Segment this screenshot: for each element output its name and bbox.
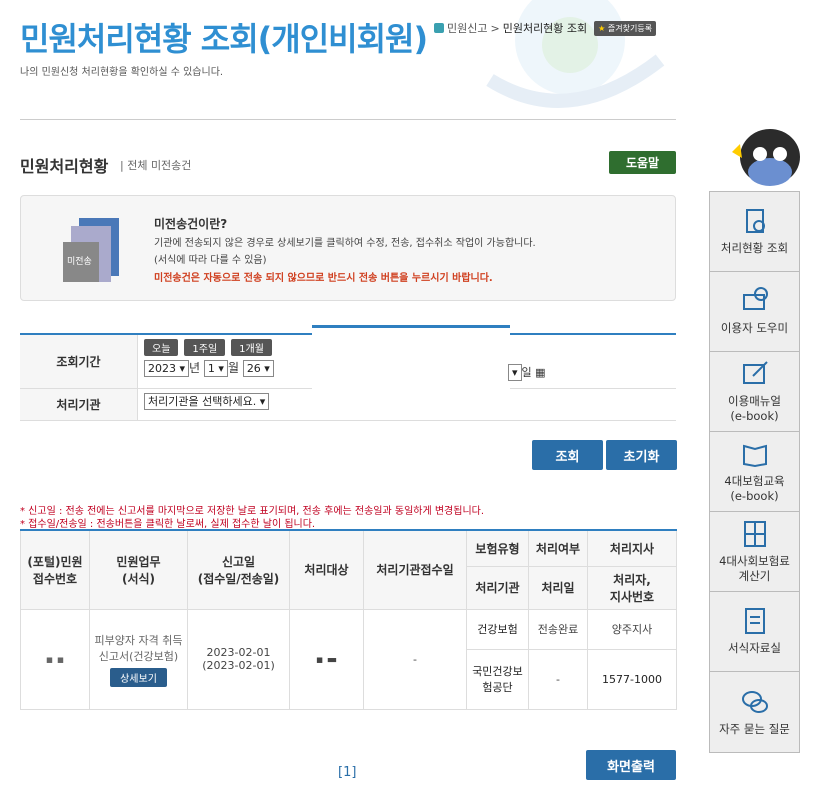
quick-calculator[interactable]: 4대사회보험료 계산기 — [710, 512, 799, 592]
book-icon — [742, 444, 767, 468]
calendar-icon[interactable]: ▦ — [535, 366, 545, 379]
week-button[interactable]: 1주일 — [184, 339, 226, 356]
col-org: 처리기관 — [466, 565, 529, 610]
divider — [20, 119, 676, 120]
end-day-select[interactable]: ▾ — [508, 364, 522, 381]
breadcrumb: 민원신고 > 민원처리현황 조회 ★ 즐겨찾기등록 — [434, 20, 657, 36]
quick-forms[interactable]: 서식자료실 — [710, 592, 799, 672]
col-proc-date: 처리일 — [528, 565, 588, 610]
section-title: 민원처리현황 — [20, 157, 109, 176]
end-date: ▾ 일 ▦ — [508, 364, 546, 381]
quick-status-inquiry[interactable]: 처리현황 조회 — [710, 192, 799, 272]
date-cell: 2023-02-01 (2023-02-01) — [187, 608, 290, 710]
info-box: 미전송 미전송건이란? 기관에 전송되지 않은 경우로 상세보기를 클릭하여 수… — [20, 195, 676, 301]
col-branch-phone: 처리자, 지사번호 — [587, 565, 677, 610]
org-select[interactable]: 처리기관을 선택하세요. ▾ — [144, 393, 270, 410]
col-status: 처리여부 — [528, 529, 588, 567]
edit-icon — [742, 361, 768, 385]
receipt-cell: ▪ ▪ — [20, 608, 90, 710]
year-select[interactable]: 2023 ▾ — [144, 360, 190, 377]
page-subtitle: 나의 민원신청 처리현황을 확인하실 수 있습니다. — [20, 67, 224, 78]
col-receipt: (포털)민원 접수번호 — [20, 529, 90, 610]
col-branch: 처리지사 — [587, 529, 677, 567]
calculator-icon — [743, 521, 766, 548]
info-line: (서식에 따라 다를 수 있음) — [154, 255, 267, 266]
breadcrumb-item[interactable]: 민원신고 — [447, 20, 487, 36]
phone-cell: 1577-1000 — [587, 648, 677, 710]
quick-manual[interactable]: 이용매뉴얼 (e-book) — [710, 352, 799, 432]
section-subtitle: | 전체 미전송건 — [120, 159, 192, 172]
result-table: (포털)민원 접수번호 민원업무 (서식) 신고일 (접수일/전송일) 처리대상… — [20, 529, 677, 710]
day-select[interactable]: 26 ▾ — [242, 360, 274, 377]
org-receipt-cell: - — [363, 608, 467, 710]
month-select[interactable]: 1 ▾ — [203, 360, 228, 377]
org-label: 처리기관 — [20, 389, 138, 420]
quick-education[interactable]: 4대보험교육 (e-book) — [710, 432, 799, 512]
search-button[interactable]: 조회 — [532, 440, 603, 470]
print-button[interactable]: 화면출력 — [586, 750, 676, 780]
month-button[interactable]: 1개월 — [231, 339, 272, 356]
help-button[interactable]: 도움말 — [609, 151, 676, 174]
target-cell: ▪ ▬ — [289, 608, 364, 710]
redaction-overlay — [312, 325, 510, 415]
document-search-icon — [745, 209, 765, 234]
col-task: 민원업무 (서식) — [89, 529, 188, 610]
proc-date-cell: - — [528, 648, 588, 710]
help-monitor-icon — [742, 287, 768, 311]
bookmark-button[interactable]: ★ 즐겨찾기등록 — [594, 20, 657, 36]
breadcrumb-current: 민원처리현황 조회 — [502, 22, 588, 35]
quick-user-guide[interactable]: 이용자 도우미 — [710, 272, 799, 352]
home-icon[interactable] — [434, 23, 444, 33]
org-cell: 국민건강보험공단 — [466, 648, 529, 710]
info-title: 미전송건이란? — [154, 217, 228, 231]
detail-button[interactable]: 상세보기 — [110, 667, 167, 687]
info-line: 기관에 전송되지 않은 경우로 상세보기를 클릭하여 수정, 전송, 접수취소 … — [154, 238, 536, 249]
note: * 접수일/전송일 : 전송버튼을 클릭한 날로써, 실제 접수한 날이 됩니다… — [20, 519, 316, 530]
branch-cell: 양주지사 — [587, 608, 677, 650]
page-title: 민원처리현황 조회(개인비회원) — [20, 20, 428, 58]
header-decoration — [470, 0, 670, 110]
col-date: 신고일 (접수일/전송일) — [187, 529, 290, 610]
today-button[interactable]: 오늘 — [144, 339, 179, 356]
quick-menu: 처리현황 조회 이용자 도우미 이용매뉴얼 (e-book) 4대보험교육 (e… — [709, 191, 800, 753]
period-label: 조회기간 — [20, 335, 138, 388]
svg-text:미전송: 미전송 — [67, 256, 92, 267]
mascot-image — [728, 122, 808, 192]
status-cell: 전송완료 — [528, 608, 588, 650]
quick-faq[interactable]: 자주 묻는 질문 — [710, 672, 799, 752]
col-org-receipt: 처리기관접수일 — [363, 529, 467, 610]
col-ins-type: 보험유형 — [466, 529, 529, 567]
reset-button[interactable]: 초기화 — [606, 440, 677, 470]
pagination[interactable]: [1] — [338, 765, 356, 780]
ins-type-cell: 건강보험 — [466, 608, 529, 650]
chat-bubbles-icon — [741, 690, 768, 713]
folder-icon: 미전송 — [57, 214, 127, 286]
table-row: ▪ ▪ 피부양자 자격 취득신고서(건강보험) 상세보기 2023-02-01 (2… — [20, 608, 677, 710]
col-target: 처리대상 — [289, 529, 364, 610]
task-cell: 피부양자 자격 취득신고서(건강보험) 상세보기 — [89, 608, 188, 710]
info-warning: 미전송건은 자동으로 전송 되지 않으므로 반드시 전송 버튼을 누르시기 바랍… — [154, 273, 493, 284]
list-document-icon — [744, 608, 765, 635]
